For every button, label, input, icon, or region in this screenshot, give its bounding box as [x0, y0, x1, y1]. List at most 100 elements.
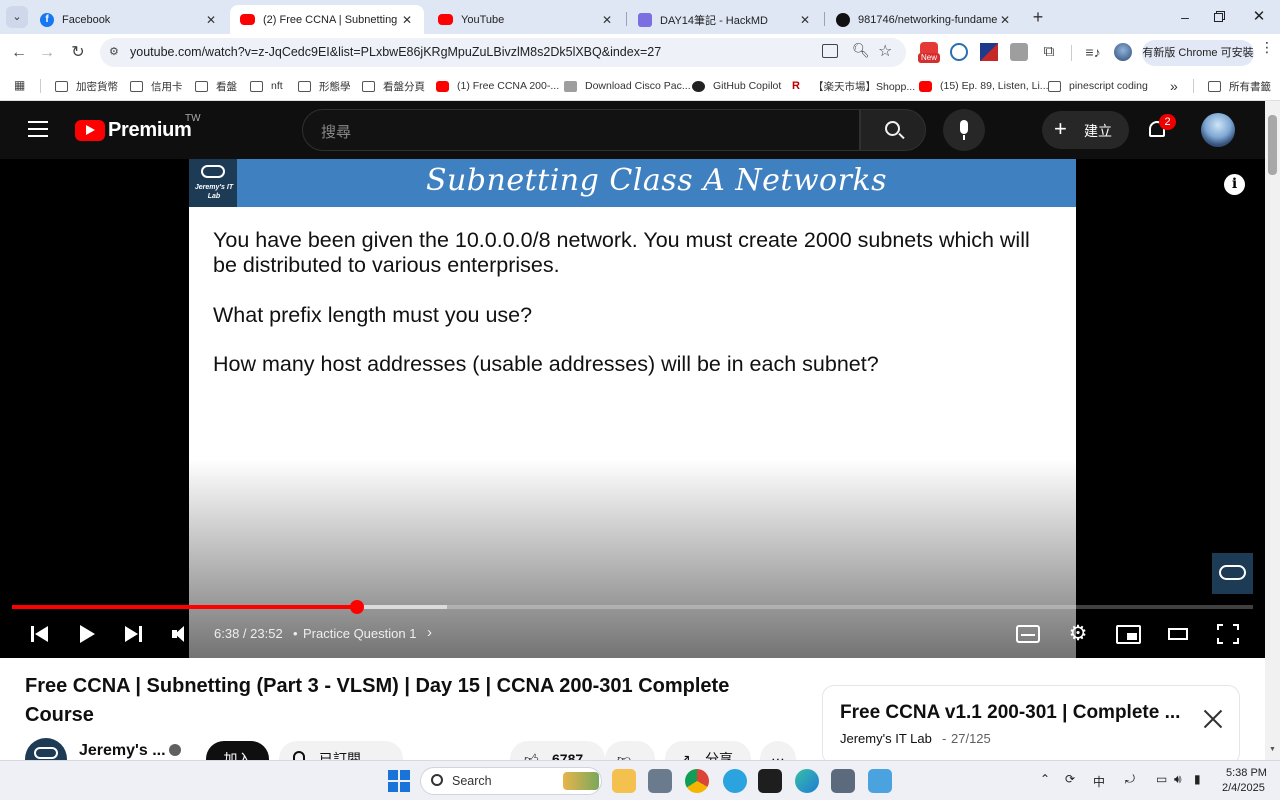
bookmark-link[interactable]: Download Cisco Pac...: [564, 78, 691, 94]
tab-github[interactable]: 981746/networking-fundament ✕: [826, 5, 1022, 34]
bookmark-folder[interactable]: 看盤分頁: [362, 78, 425, 94]
voice-search-button[interactable]: [943, 109, 985, 151]
tab-youtube[interactable]: YouTube ✕: [428, 5, 624, 34]
clock-time[interactable]: 5:38 PM: [1226, 767, 1267, 779]
settings-button[interactable]: ⚙: [1067, 623, 1089, 645]
bookmark-link[interactable]: (15) Ep. 89, Listen, Li...: [919, 78, 1049, 94]
share-button[interactable]: ↗ 分享: [665, 741, 751, 760]
network-icon[interactable]: ▭: [1156, 772, 1167, 786]
subscribed-button[interactable]: 已訂閱 ⌄: [279, 741, 403, 760]
playlist-title[interactable]: Free CCNA v1.1 200-301 | Complete ...: [840, 702, 1180, 724]
channel-name[interactable]: Jeremy's ...: [79, 742, 166, 760]
progress-scrubber[interactable]: [349, 600, 364, 614]
extension-flag-icon[interactable]: [980, 43, 998, 61]
bookmarks-overflow-button[interactable]: »: [1170, 78, 1178, 94]
notepad-icon[interactable]: [868, 769, 892, 793]
join-button[interactable]: 加入: [206, 741, 269, 760]
volume-icon[interactable]: 🔊︎: [1174, 772, 1182, 787]
info-icon[interactable]: i: [1224, 174, 1245, 195]
site-info-icon[interactable]: ⚙: [109, 45, 123, 59]
bookmark-folder[interactable]: 形態學: [298, 78, 351, 94]
progress-bar[interactable]: [12, 600, 1253, 614]
extension-new-icon[interactable]: New: [918, 42, 940, 64]
dislike-button[interactable]: 👎︎: [605, 741, 655, 760]
forward-button[interactable]: →: [36, 42, 58, 64]
bookmark-link[interactable]: R 【楽天市場】Shopp...: [792, 78, 915, 94]
minimize-button[interactable]: –: [1176, 9, 1194, 25]
taskbar-search[interactable]: Search: [420, 767, 602, 795]
ime-mode[interactable]: 中: [1093, 773, 1105, 790]
bookmark-folder[interactable]: 信用卡: [130, 78, 183, 94]
bookmark-folder[interactable]: nft: [250, 78, 283, 94]
bookmark-folder[interactable]: pinescript coding: [1048, 78, 1148, 94]
channel-watermark[interactable]: [1212, 553, 1253, 594]
close-icon[interactable]: ✕: [998, 13, 1012, 27]
battery-icon[interactable]: ▮: [1194, 772, 1201, 786]
close-window-button[interactable]: ✕: [1250, 7, 1268, 25]
account-avatar[interactable]: [1201, 113, 1235, 147]
tab-hackmd[interactable]: DAY14筆記 - HackMD ✕: [628, 5, 822, 34]
scroll-down-arrow[interactable]: ▼: [1269, 746, 1276, 753]
miniplayer-button[interactable]: [1116, 625, 1141, 644]
edge-icon[interactable]: [795, 769, 819, 793]
youtube-logo[interactable]: Premium TW: [75, 113, 205, 145]
clock-date[interactable]: 2/4/2025: [1222, 782, 1265, 794]
close-icon[interactable]: ✕: [400, 13, 414, 27]
close-icon[interactable]: ✕: [204, 13, 218, 27]
notifications-button[interactable]: 2: [1146, 114, 1176, 143]
tab-ccna-video[interactable]: (2) Free CCNA | Subnetting (Par ✕: [230, 5, 424, 34]
more-actions-button[interactable]: ⋯: [760, 741, 796, 760]
restore-button[interactable]: [1214, 11, 1226, 23]
bookmark-folder[interactable]: 看盤: [195, 78, 237, 94]
windows-start-icon[interactable]: [388, 770, 410, 792]
profile-avatar[interactable]: [1114, 43, 1132, 61]
close-icon[interactable]: ✕: [798, 13, 812, 27]
zoom-icon[interactable]: 🔍︎: [852, 42, 870, 59]
theater-mode-button[interactable]: [1168, 628, 1188, 640]
bookmark-link[interactable]: (1) Free CCNA 200-...: [436, 78, 559, 94]
channel-avatar[interactable]: [25, 738, 67, 760]
scrollbar-thumb[interactable]: [1268, 115, 1277, 175]
page-scrollbar[interactable]: ▼: [1265, 101, 1280, 760]
video-player[interactable]: Jeremy's IT Lab Subnetting Class A Netwo…: [0, 159, 1265, 658]
new-tab-button[interactable]: +: [1028, 7, 1048, 27]
play-button[interactable]: [80, 625, 96, 643]
like-button[interactable]: 👍︎ 6787: [510, 741, 605, 760]
terminal-icon[interactable]: [758, 769, 782, 793]
telegram-icon[interactable]: [723, 769, 747, 793]
bookmark-folder[interactable]: 加密貨幣: [55, 78, 118, 94]
address-bar[interactable]: ⚙ youtube.com/watch?v=z-JqCedc9EI&list=P…: [100, 38, 906, 67]
all-bookmarks-button[interactable]: 所有書籤: [1208, 78, 1271, 94]
fullscreen-button[interactable]: [1217, 624, 1239, 644]
chevron-right-icon[interactable]: ›: [427, 624, 432, 641]
install-app-icon[interactable]: [822, 44, 838, 58]
sync-icon[interactable]: ⟳: [1065, 772, 1075, 786]
apps-grid-icon[interactable]: ▦: [14, 79, 27, 92]
hamburger-menu-icon[interactable]: [28, 121, 48, 137]
tray-overflow-icon[interactable]: ⌃: [1040, 772, 1050, 786]
search-input[interactable]: 搜尋: [302, 109, 860, 151]
subtitles-button[interactable]: [1016, 625, 1040, 643]
extensions-puzzle-icon[interactable]: ⧉: [1040, 43, 1058, 61]
next-button[interactable]: [125, 626, 143, 642]
tab-search-button[interactable]: ⌄: [6, 6, 28, 28]
reload-button[interactable]: ↻: [67, 42, 89, 64]
close-icon[interactable]: ✕: [600, 13, 614, 27]
menu-kebab-icon[interactable]: ⋮: [1260, 40, 1274, 62]
tab-facebook[interactable]: f Facebook ✕: [30, 5, 228, 34]
snipping-tool-icon[interactable]: [648, 769, 672, 793]
chrome-update-button[interactable]: 有新版 Chrome 可安裝: [1142, 40, 1254, 66]
create-button[interactable]: + 建立: [1042, 111, 1129, 149]
media-control-icon[interactable]: ≡♪: [1084, 43, 1102, 61]
ime-toggle-icon[interactable]: ⤾: [1125, 772, 1135, 787]
playlist-channel[interactable]: Jeremy's IT Lab: [840, 731, 932, 746]
chapter-title[interactable]: Practice Question 1: [303, 626, 416, 641]
search-button[interactable]: [860, 109, 926, 151]
extension-screenshot-icon[interactable]: [1010, 43, 1028, 61]
file-explorer-icon[interactable]: [612, 769, 636, 793]
chrome-icon[interactable]: [685, 769, 709, 793]
volume-button[interactable]: [172, 626, 192, 642]
back-button[interactable]: ←: [8, 42, 30, 64]
bookmark-star-icon[interactable]: ☆: [878, 41, 892, 61]
previous-button[interactable]: [31, 626, 49, 642]
